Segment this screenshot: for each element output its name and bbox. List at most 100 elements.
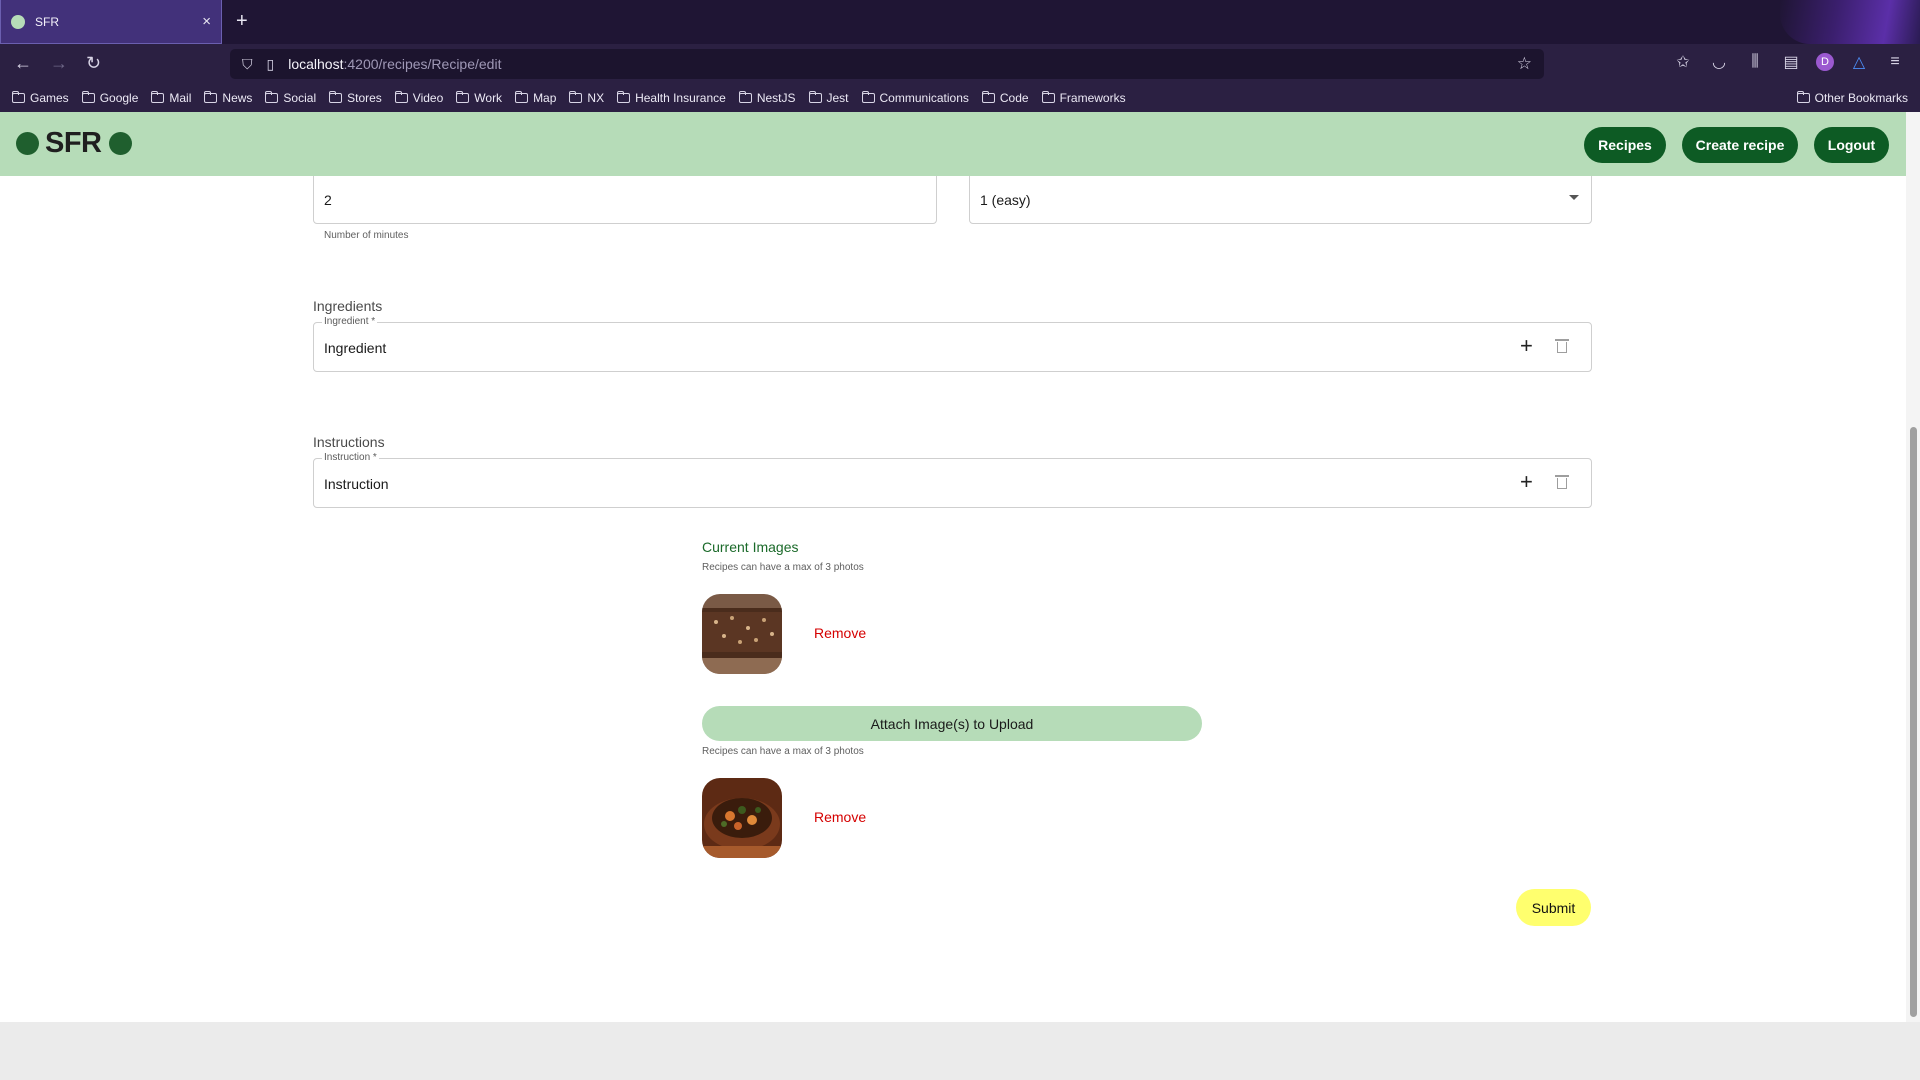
bookmark-label: Google xyxy=(99,91,139,105)
ingredient-field[interactable]: Ingredient * Ingredient + xyxy=(313,316,1592,372)
bookmark-label: Social xyxy=(283,91,317,105)
remove-current-image-button[interactable]: Remove xyxy=(814,625,866,641)
bookmark-folder[interactable]: NX xyxy=(569,91,604,105)
remove-upload-image-button[interactable]: Remove xyxy=(814,809,866,825)
pocket-icon[interactable]: ◡ xyxy=(1708,52,1730,72)
new-tab-icon[interactable]: + xyxy=(236,10,248,32)
cook-time-hint: Number of minutes xyxy=(324,230,409,241)
bookmark-folder[interactable]: Google xyxy=(81,91,139,105)
recipes-button[interactable]: Recipes xyxy=(1584,127,1666,163)
folder-icon xyxy=(861,91,875,103)
shield-icon[interactable]: ⛉ xyxy=(242,56,253,73)
bookmark-folder[interactable]: Health Insurance xyxy=(617,91,726,105)
instruction-field[interactable]: Instruction * Instruction + xyxy=(313,452,1592,508)
bookmark-label: Health Insurance xyxy=(635,91,726,105)
folder-icon xyxy=(981,91,995,103)
instruction-input[interactable]: Instruction xyxy=(324,476,389,492)
folder-icon xyxy=(12,91,25,103)
current-images-hint: Recipes can have a max of 3 photos xyxy=(702,562,864,573)
bookmark-folder[interactable]: Code xyxy=(981,91,1029,105)
add-instruction-icon[interactable]: + xyxy=(1520,471,1533,493)
address-bar[interactable]: ⛉ ▯ localhost :4200/recipes/Recipe/edit … xyxy=(230,49,1544,79)
bookmark-label: News xyxy=(222,91,253,105)
dropdown-arrow-icon xyxy=(1569,195,1579,200)
browser-tab-strip: SFR × + xyxy=(0,0,1920,44)
delete-ingredient-icon[interactable] xyxy=(1555,339,1569,353)
folder-icon xyxy=(394,91,408,103)
bookmark-label: Video xyxy=(412,91,444,105)
folder-icon xyxy=(1796,91,1810,103)
bookmark-folder[interactable]: Stores xyxy=(329,91,382,105)
difficulty-value: 1 (easy) xyxy=(980,192,1031,208)
bookmark-label: Jest xyxy=(826,91,849,105)
folder-icon xyxy=(569,91,583,103)
menu-icon[interactable]: ≡ xyxy=(1884,53,1906,71)
bookmark-folder[interactable]: Communications xyxy=(861,91,969,105)
close-tab-icon[interactable]: × xyxy=(202,13,211,30)
bookmark-star-icon[interactable]: ☆ xyxy=(1517,54,1532,74)
folder-icon xyxy=(515,91,529,103)
app-header-overlay: SFR Recipes Create recipe Logout xyxy=(0,112,1906,176)
other-bookmarks[interactable]: Other Bookmarks xyxy=(1796,91,1908,105)
logout-button[interactable]: Logout xyxy=(1814,127,1889,163)
bookmark-folder[interactable]: Games xyxy=(12,91,69,105)
browser-tab[interactable]: SFR × xyxy=(0,0,222,44)
instructions-heading: Instructions xyxy=(313,434,385,450)
submit-button[interactable]: Submit xyxy=(1516,889,1591,926)
folder-icon xyxy=(456,91,470,103)
bookmark-label: Communications xyxy=(879,91,969,105)
bookmark-folder[interactable]: Jest xyxy=(808,91,849,105)
bookmark-label: Frameworks xyxy=(1059,91,1126,105)
other-bookmarks-label: Other Bookmarks xyxy=(1814,91,1908,105)
ingredient-label: Ingredient * xyxy=(322,316,378,328)
bookmarks-bar: Games Google Mail News Social Stores Vid… xyxy=(0,84,1920,112)
ingredient-input[interactable]: Ingredient xyxy=(324,340,386,356)
extensions-star-icon[interactable]: ✩ xyxy=(1672,52,1694,72)
page-content: SFR Recipes Create recipe Logout 2 Numbe… xyxy=(0,112,1906,1022)
page-scrollbar[interactable] xyxy=(1906,112,1920,1022)
favicon-icon xyxy=(11,14,25,29)
library-icon[interactable]: ⫼ xyxy=(1744,53,1766,71)
logo-dot-icon xyxy=(108,132,132,155)
create-recipe-button[interactable]: Create recipe xyxy=(1682,127,1798,163)
bookmark-folder[interactable]: Video xyxy=(394,91,444,105)
delete-instruction-icon[interactable] xyxy=(1555,475,1569,489)
add-ingredient-icon[interactable]: + xyxy=(1520,335,1533,357)
bookmark-folder[interactable]: Map xyxy=(515,91,556,105)
app-logo-overlay[interactable]: SFR xyxy=(16,127,132,160)
bookmark-label: Work xyxy=(474,91,503,105)
back-icon[interactable]: ← xyxy=(14,52,32,74)
logo-dot-icon xyxy=(16,132,39,155)
stew-image xyxy=(702,778,782,858)
upload-recipe-image xyxy=(702,778,782,858)
bookmark-folder[interactable]: Frameworks xyxy=(1041,91,1126,105)
folder-icon xyxy=(151,91,165,103)
toolbar-icons: ✩ ◡ ⫼ ▤ D △ ≡ xyxy=(1672,52,1906,72)
reload-icon[interactable]: ↻ xyxy=(86,52,101,74)
bookmark-folder[interactable]: News xyxy=(204,91,252,105)
bookmark-folder[interactable]: Social xyxy=(265,91,316,105)
bookmark-folder[interactable]: NestJS xyxy=(738,91,796,105)
folder-icon xyxy=(329,91,343,103)
url-host: localhost xyxy=(288,56,344,72)
forward-icon[interactable]: → xyxy=(50,52,68,74)
current-recipe-image xyxy=(702,594,782,674)
current-images-title: Current Images xyxy=(702,539,799,555)
scrollbar-thumb[interactable] xyxy=(1910,427,1917,1017)
folder-icon xyxy=(1041,91,1055,103)
vpn-icon[interactable]: △ xyxy=(1848,52,1870,72)
bookmark-label: Mail xyxy=(169,91,192,105)
profile-avatar[interactable]: D xyxy=(1816,53,1834,71)
bookmark-label: NX xyxy=(587,91,605,105)
bookmark-folder[interactable]: Work xyxy=(456,91,502,105)
folder-icon xyxy=(738,91,752,103)
folder-icon xyxy=(617,91,631,103)
sidebar-icon[interactable]: ▤ xyxy=(1780,52,1802,72)
logo-text: SFR xyxy=(45,127,102,159)
browser-navigation-bar: ← → ↻ ⛉ ▯ localhost :4200/recipes/Recipe… xyxy=(0,44,1920,84)
tab-title: SFR xyxy=(35,14,59,29)
bookmark-folder[interactable]: Mail xyxy=(151,91,191,105)
theme-decoration xyxy=(1780,0,1920,44)
folder-icon xyxy=(808,91,822,103)
attach-images-button[interactable]: Attach Image(s) to Upload xyxy=(702,706,1202,741)
